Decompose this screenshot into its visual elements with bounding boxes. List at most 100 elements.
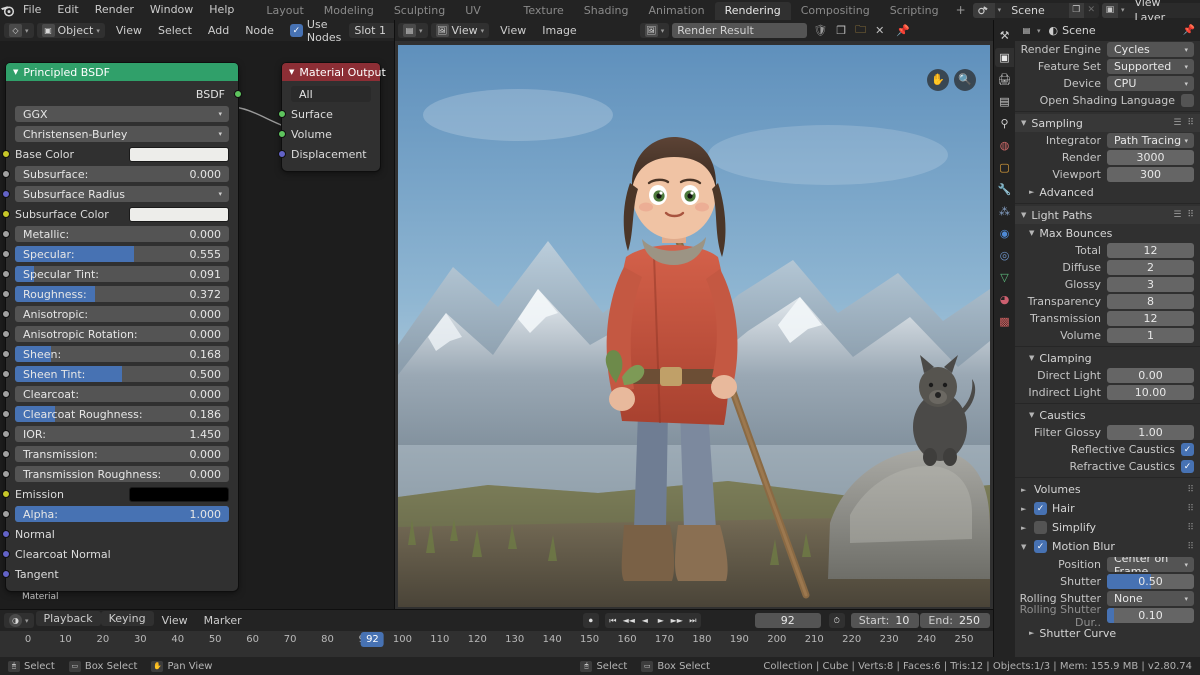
node-menu-view[interactable]: View (108, 21, 150, 41)
node-menu-node[interactable]: Node (237, 21, 282, 41)
start-frame-field[interactable]: Start: 10 (851, 613, 920, 628)
image-datablock-icon-button[interactable]: 🖼 ▾ (640, 23, 670, 38)
timeline-menu-keying[interactable]: Keying (101, 611, 154, 626)
topbar-menu-help[interactable]: Help (201, 0, 242, 20)
timeline-menu-marker[interactable]: Marker (196, 611, 250, 631)
properties-tab-view-layer[interactable]: ▤ (995, 92, 1014, 111)
socket-grey[interactable] (2, 430, 10, 438)
divider[interactable] (394, 20, 395, 610)
panel-header[interactable]: ▼Max Bounces (1015, 224, 1200, 242)
color-swatch-17[interactable] (129, 487, 229, 502)
grip-icon[interactable]: ⠿ (1187, 523, 1194, 533)
transport-play-reverse[interactable]: ◄ (637, 613, 653, 628)
output-socket[interactable] (234, 90, 242, 98)
socket-grey[interactable] (2, 230, 10, 238)
socket-yellow[interactable] (2, 490, 10, 498)
slider-10[interactable]: Sheen:0.168 (15, 346, 229, 362)
socket-grey[interactable] (2, 250, 10, 258)
property-value-number[interactable]: 12 (1107, 311, 1194, 326)
slider-16[interactable]: Transmission Roughness:0.000 (15, 466, 229, 482)
pan-gizmo[interactable]: ✋ (927, 69, 949, 91)
property-value-number[interactable]: 0.10 (1107, 608, 1194, 623)
record-button[interactable]: ⏺ (583, 613, 599, 628)
property-value-number[interactable]: 3 (1107, 277, 1194, 292)
slider-8[interactable]: Anisotropic:0.000 (15, 306, 229, 322)
use-nodes-toggle[interactable]: ✓ Use Nodes (285, 20, 346, 44)
current-frame-field[interactable]: 92 (755, 613, 821, 628)
properties-tab-render[interactable]: ▣ (995, 48, 1014, 67)
topbar-menu-render[interactable]: Render (87, 0, 142, 20)
properties-tab-tool[interactable]: ⚒ (995, 26, 1014, 45)
property-value-dropdown[interactable]: CPU▾ (1107, 76, 1194, 91)
property-value-dropdown[interactable]: Cycles▾ (1107, 42, 1194, 57)
section-motion-blur[interactable]: ▼✓Motion Blur⠿ (1015, 537, 1200, 556)
socket-yellow[interactable] (2, 210, 10, 218)
section-checkbox-1[interactable]: ✓ (1034, 502, 1047, 515)
distribution-dropdown-0[interactable]: GGX▾ (15, 106, 229, 122)
workspace-tab-scripting[interactable]: Scripting (880, 2, 949, 20)
properties-tab-modifiers[interactable]: 🔧 (995, 180, 1014, 199)
panel-header[interactable]: ▼Sampling☰⠿ (1015, 114, 1200, 132)
caustics-checkbox-0[interactable]: ✓ (1181, 443, 1194, 456)
socket-grey[interactable] (2, 410, 10, 418)
slider-15[interactable]: Transmission:0.000 (15, 446, 229, 462)
editor-type-selector-image[interactable]: ▤ ▾ (398, 23, 428, 38)
socket-green[interactable] (278, 130, 286, 138)
slider-6[interactable]: Specular Tint:0.091 (15, 266, 229, 282)
socket-grey[interactable] (2, 510, 10, 518)
workspace-tab-animation[interactable]: Animation (638, 2, 714, 20)
properties-tab-world[interactable]: ◍ (995, 136, 1014, 155)
topbar-menu-edit[interactable]: Edit (49, 0, 86, 20)
socket-green[interactable] (278, 110, 286, 118)
node-menu-select[interactable]: Select (150, 21, 200, 41)
panel-header[interactable]: ▼Clamping (1015, 349, 1200, 367)
shutter-curve-header[interactable]: ►Shutter Curve (1015, 624, 1200, 642)
property-value-number[interactable]: 0.00 (1107, 368, 1194, 383)
property-value-dropdown[interactable]: Path Tracing▾ (1107, 133, 1194, 148)
new-scene-button[interactable]: ❐ (1069, 3, 1084, 18)
shader-type-selector[interactable]: ▣ Object ▾ (37, 23, 105, 38)
properties-tab-scene[interactable]: ⚲ (995, 114, 1014, 133)
socket-purple[interactable] (278, 150, 286, 158)
property-value-number[interactable]: 1.00 (1107, 425, 1194, 440)
slider-9[interactable]: Anisotropic Rotation:0.000 (15, 326, 229, 342)
pin-icon[interactable]: 📌 (890, 24, 916, 37)
render-result-area[interactable]: ✋ 🔍 (394, 41, 994, 610)
transport-jump-to-end[interactable]: ⏭ (685, 613, 701, 628)
color-swatch-0[interactable] (129, 147, 229, 162)
target-dropdown[interactable]: All (291, 86, 371, 102)
pin-icon[interactable]: 📌 (1183, 25, 1195, 36)
topbar-menu-window[interactable]: Window (142, 0, 201, 20)
socket-grey[interactable] (2, 170, 10, 178)
blender-logo-icon[interactable] (0, 4, 15, 17)
duplicate-icon[interactable]: ❐ (833, 24, 849, 37)
grip-icon[interactable]: ⠿ (1187, 504, 1194, 514)
slider-18[interactable]: Alpha:1.000 (15, 506, 229, 522)
slider-5[interactable]: Specular:0.555 (15, 246, 229, 262)
add-workspace-button[interactable]: + (949, 1, 973, 19)
image-name-field[interactable]: Render Result (672, 23, 807, 38)
workspace-tab-shading[interactable]: Shading (574, 2, 639, 20)
transport-play[interactable]: ► (653, 613, 669, 628)
slider-14[interactable]: IOR:1.450 (15, 426, 229, 442)
transport-prev-keyframe[interactable]: ◄◄ (621, 613, 637, 628)
property-value-number[interactable]: 300 (1107, 167, 1194, 182)
image-menu-view-0[interactable]: View (492, 21, 534, 41)
socket-grey[interactable] (2, 290, 10, 298)
transport-jump-to-start[interactable]: ⏮ (605, 613, 621, 628)
topbar-menu-file[interactable]: File (15, 0, 49, 20)
image-view-mode-selector[interactable]: 🖼 View ▾ (431, 23, 490, 38)
grip-icon[interactable]: ⠿ (1187, 210, 1194, 220)
property-value-number[interactable]: 2 (1107, 260, 1194, 275)
osl-checkbox[interactable] (1181, 94, 1194, 107)
caustics-checkbox-1[interactable]: ✓ (1181, 460, 1194, 473)
properties-tab-material[interactable]: ◕ (995, 290, 1014, 309)
workspace-tab-texture-paint[interactable]: Texture Paint (514, 2, 574, 20)
view-layer-selector[interactable]: ▣ ▾ View Layer ❐ ✕ (1102, 3, 1200, 18)
distribution-dropdown-1[interactable]: Christensen-Burley▾ (15, 126, 229, 142)
property-value-number[interactable]: 1 (1107, 328, 1194, 343)
folder-icon[interactable]: 🗀 (852, 21, 869, 40)
end-frame-field[interactable]: End: 250 (920, 613, 990, 628)
color-swatch-3[interactable] (129, 207, 229, 222)
property-value-number[interactable]: 12 (1107, 243, 1194, 258)
